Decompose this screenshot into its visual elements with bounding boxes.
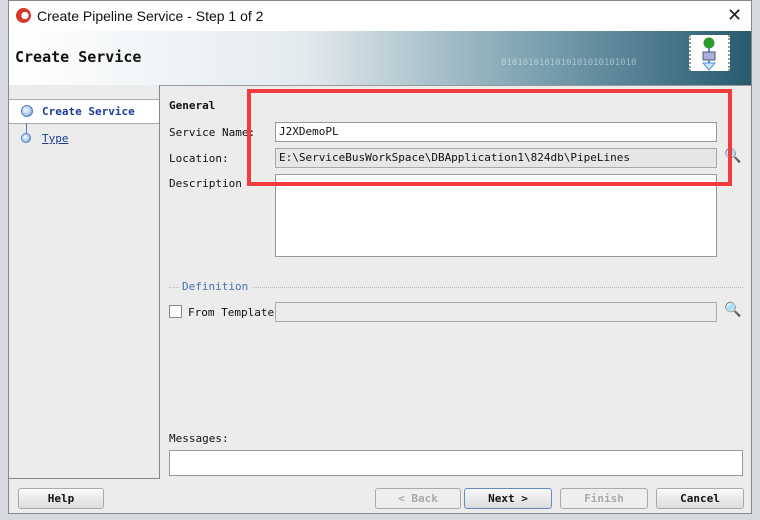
- nav-item-type[interactable]: Type: [42, 132, 69, 145]
- browse-template-icon[interactable]: 🔍: [724, 302, 741, 318]
- description-textarea[interactable]: [275, 174, 717, 257]
- nav-item-create-service[interactable]: Create Service: [9, 99, 159, 124]
- definition-separator: [169, 287, 743, 288]
- template-input[interactable]: [275, 302, 717, 322]
- nav-item-label: Create Service: [42, 105, 135, 118]
- step-icon: [21, 133, 31, 143]
- app-icon: [16, 8, 31, 23]
- highlight-rectangle: [247, 89, 732, 186]
- close-icon[interactable]: ✕: [727, 5, 742, 26]
- step-current-icon: [21, 105, 33, 117]
- next-button[interactable]: Next >: [464, 488, 552, 509]
- description-label: Description: [169, 177, 242, 190]
- create-pipeline-service-dialog: Create Pipeline Service - Step 1 of 2 ✕ …: [8, 0, 752, 514]
- title-bar: Create Pipeline Service - Step 1 of 2 ✕: [9, 1, 751, 31]
- help-button[interactable]: Help: [18, 488, 104, 509]
- wizard-nav: Create Service Type: [9, 85, 160, 479]
- page-title: Create Service: [15, 48, 142, 66]
- finish-button[interactable]: Finish: [560, 488, 648, 509]
- back-button[interactable]: < Back: [375, 488, 461, 509]
- pipeline-icon: [689, 35, 730, 71]
- header-banner: Create Service 0101010101010101010101010: [9, 31, 751, 86]
- from-template-label: From Template: [188, 306, 275, 319]
- general-heading: General: [169, 99, 216, 112]
- cancel-button[interactable]: Cancel: [656, 488, 744, 509]
- location-label: Location:: [169, 152, 229, 165]
- banner-decoration: 0101010101010101010101010: [501, 58, 637, 68]
- service-name-label: Service Name:: [169, 126, 256, 139]
- definition-heading: Definition: [179, 280, 252, 293]
- messages-box: [169, 450, 743, 476]
- window-title: Create Pipeline Service - Step 1 of 2: [37, 8, 264, 24]
- from-template-checkbox[interactable]: [169, 305, 182, 318]
- messages-label: Messages:: [169, 432, 229, 445]
